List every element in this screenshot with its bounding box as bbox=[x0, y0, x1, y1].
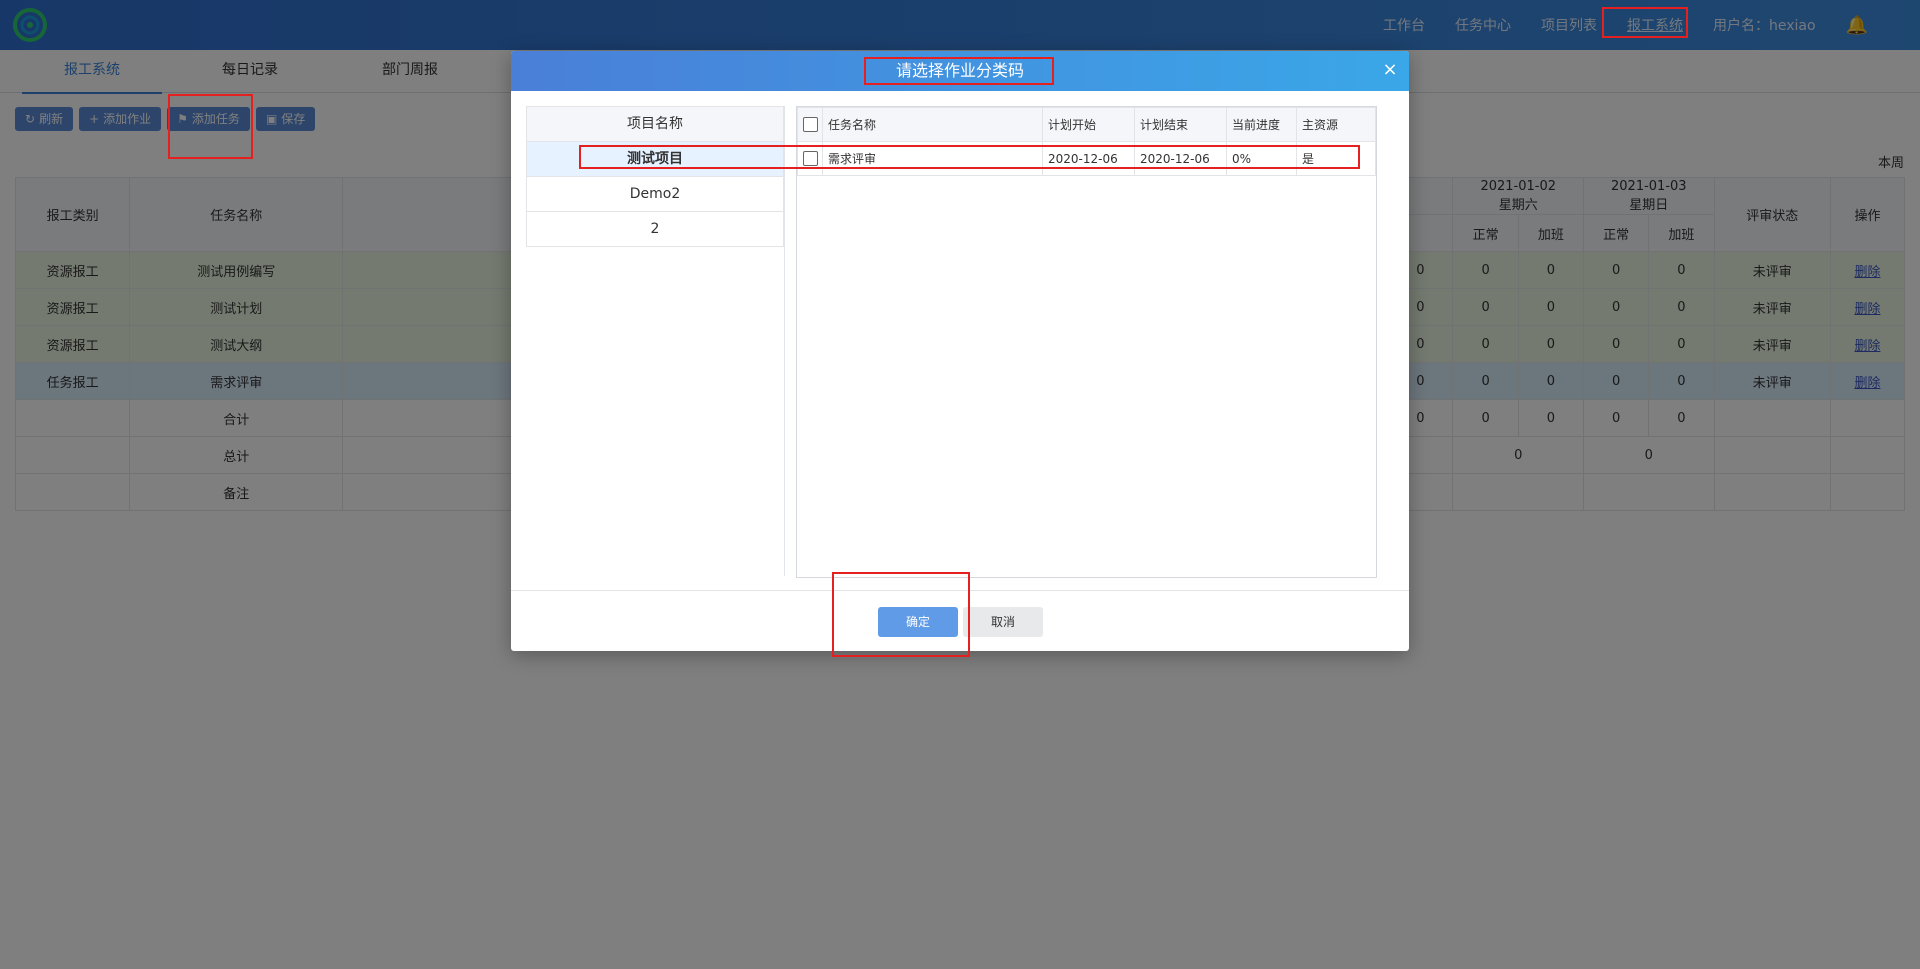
select-task-dialog: 请选择作业分类码 × 项目名称 测试项目 Demo2 2 任务名称 计划开始 计… bbox=[511, 51, 1409, 651]
cancel-button[interactable]: 取消 bbox=[963, 607, 1043, 637]
task-list-panel: 任务名称 计划开始 计划结束 当前进度 主资源 需求评审 2020-12-06 … bbox=[796, 106, 1377, 578]
task-col-end: 计划结束 bbox=[1134, 107, 1227, 142]
task-col-name: 任务名称 bbox=[822, 107, 1043, 142]
task-main-resource: 是 bbox=[1296, 141, 1376, 176]
task-start: 2020-12-06 bbox=[1042, 141, 1135, 176]
project-list-panel: 项目名称 测试项目 Demo2 2 bbox=[526, 106, 785, 576]
dialog-header: 请选择作业分类码 × bbox=[511, 51, 1409, 91]
confirm-button[interactable]: 确定 bbox=[878, 607, 958, 637]
close-icon[interactable]: × bbox=[1379, 59, 1401, 81]
project-item[interactable]: Demo2 bbox=[526, 177, 784, 212]
project-item[interactable]: 测试项目 bbox=[526, 142, 784, 177]
task-progress: 0% bbox=[1226, 141, 1297, 176]
task-col-start: 计划开始 bbox=[1042, 107, 1135, 142]
dialog-title: 请选择作业分类码 bbox=[895, 61, 1024, 80]
task-checkbox-cell bbox=[797, 141, 823, 176]
dialog-footer: 确定 取消 bbox=[511, 590, 1409, 652]
select-all-checkbox-cell bbox=[797, 107, 823, 142]
task-col-progress: 当前进度 bbox=[1226, 107, 1297, 142]
task-checkbox[interactable] bbox=[802, 151, 818, 166]
task-header-row: 任务名称 计划开始 计划结束 当前进度 主资源 bbox=[797, 107, 1376, 142]
select-all-checkbox[interactable] bbox=[802, 117, 818, 132]
task-table: 任务名称 计划开始 计划结束 当前进度 主资源 需求评审 2020-12-06 … bbox=[797, 107, 1376, 176]
task-end: 2020-12-06 bbox=[1134, 141, 1227, 176]
project-list-header: 项目名称 bbox=[526, 106, 784, 142]
project-item[interactable]: 2 bbox=[526, 212, 784, 247]
task-col-main-resource: 主资源 bbox=[1296, 107, 1376, 142]
task-name: 需求评审 bbox=[822, 141, 1043, 176]
task-row[interactable]: 需求评审 2020-12-06 2020-12-06 0% 是 bbox=[797, 141, 1376, 176]
